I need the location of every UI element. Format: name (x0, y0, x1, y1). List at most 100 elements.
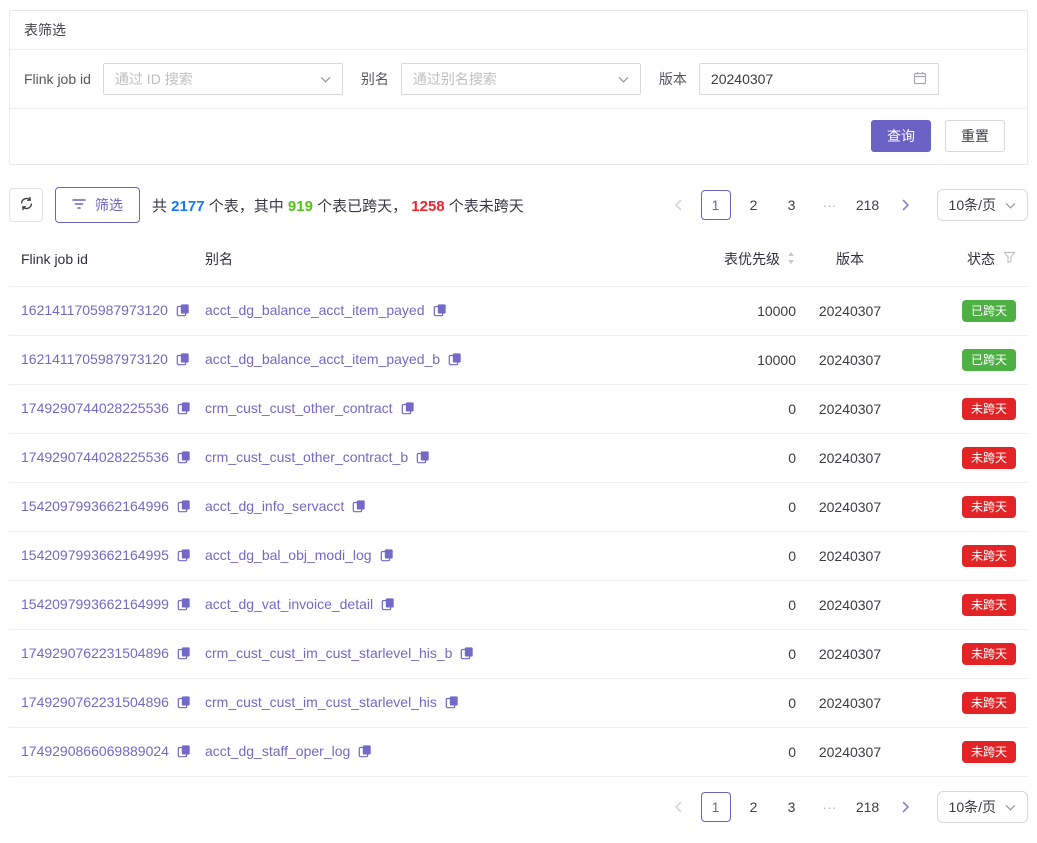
copy-icon[interactable] (460, 646, 474, 663)
flink-job-id-link[interactable]: 1749290762231504896 (21, 694, 169, 710)
flink-job-id-link[interactable]: 1542097993662164999 (21, 596, 169, 612)
alias-link[interactable]: acct_dg_vat_invoice_detail (205, 596, 373, 612)
pagination-bottom-wrap: 1 2 3 ··· 218 10条/页 (9, 791, 1028, 823)
version-cell: 20240307 (796, 728, 904, 777)
filter-button[interactable]: 筛选 (55, 187, 140, 223)
pagination-page-1[interactable]: 1 (701, 190, 731, 220)
crossed-count: 919 (288, 198, 313, 215)
alias-link[interactable]: crm_cust_cust_other_contract (205, 400, 393, 416)
status-badge: 未跨天 (962, 545, 1016, 567)
pagination-page-3[interactable]: 3 (777, 792, 807, 822)
priority-cell: 0 (666, 728, 796, 777)
flink-job-id-link[interactable]: 1542097993662164996 (21, 498, 169, 514)
pagination-page-218[interactable]: 218 (853, 792, 883, 822)
alias-select[interactable]: 通过别名搜索 (401, 63, 641, 95)
pagination-page-3[interactable]: 3 (777, 190, 807, 220)
flink-job-id-link[interactable]: 1749290866069889024 (21, 743, 169, 759)
copy-icon[interactable] (177, 695, 191, 712)
copy-icon[interactable] (177, 646, 191, 663)
flink-job-id-link[interactable]: 1749290762231504896 (21, 645, 169, 661)
uncrossed-count: 1258 (411, 198, 444, 215)
version-cell: 20240307 (796, 385, 904, 434)
table-row: 1749290744028225536 crm_cust_cust_other_… (9, 434, 1028, 483)
column-header-priority[interactable]: 表优先级 (666, 235, 796, 287)
copy-icon[interactable] (433, 303, 447, 320)
version-date-input[interactable]: 20240307 (699, 63, 939, 95)
priority-cell: 10000 (666, 336, 796, 385)
alias-link[interactable]: acct_dg_staff_oper_log (205, 743, 350, 759)
sorter-icon[interactable] (786, 251, 796, 268)
flink-job-id-link[interactable]: 1749290744028225536 (21, 400, 169, 416)
pagination-ellipsis[interactable]: ··· (815, 792, 845, 822)
pagination-ellipsis[interactable]: ··· (815, 190, 845, 220)
pagination-page-2[interactable]: 2 (739, 792, 769, 822)
copy-icon[interactable] (445, 695, 459, 712)
alias-link[interactable]: acct_dg_balance_acct_item_payed (205, 302, 425, 318)
refresh-button[interactable] (9, 188, 43, 222)
total-count: 2177 (171, 198, 204, 215)
copy-icon[interactable] (401, 401, 415, 418)
chevron-down-icon (1005, 197, 1016, 213)
alias-link[interactable]: acct_dg_bal_obj_modi_log (205, 547, 372, 563)
pagination-bottom: 1 2 3 ··· 218 10条/页 (663, 791, 1028, 823)
table-row: 1749290762231504896 crm_cust_cust_im_cus… (9, 630, 1028, 679)
pagination-page-2[interactable]: 2 (739, 190, 769, 220)
flink-job-id-label: Flink job id (24, 71, 91, 87)
copy-icon[interactable] (381, 597, 395, 614)
copy-icon[interactable] (177, 401, 191, 418)
priority-cell: 0 (666, 532, 796, 581)
copy-icon[interactable] (176, 352, 190, 369)
pagination-prev[interactable] (663, 190, 693, 220)
alias-link[interactable]: acct_dg_balance_acct_item_payed_b (205, 351, 440, 367)
version-cell: 20240307 (796, 581, 904, 630)
pagination-page-1[interactable]: 1 (701, 792, 731, 822)
flink-job-id-link[interactable]: 1621411705987973120 (21, 302, 168, 318)
alias-link[interactable]: crm_cust_cust_im_cust_starlevel_his_b (205, 645, 452, 661)
priority-cell: 0 (666, 679, 796, 728)
alias-label: 别名 (361, 69, 389, 89)
table-row: 1621411705987973120 acct_dg_balance_acct… (9, 336, 1028, 385)
pagination-next[interactable] (891, 792, 921, 822)
page-size-select[interactable]: 10条/页 (937, 791, 1028, 823)
copy-icon[interactable] (177, 499, 191, 516)
status-badge: 未跨天 (962, 692, 1016, 714)
copy-icon[interactable] (352, 499, 366, 516)
pagination-top: 1 2 3 ··· 218 10条/页 (663, 189, 1028, 221)
page-size-select[interactable]: 10条/页 (937, 189, 1028, 221)
flink-job-id-link[interactable]: 1621411705987973120 (21, 351, 168, 367)
flink-job-id-link[interactable]: 1542097993662164995 (21, 547, 169, 563)
flink-job-id-link[interactable]: 1749290744028225536 (21, 449, 169, 465)
pagination-prev[interactable] (663, 792, 693, 822)
copy-icon[interactable] (448, 352, 462, 369)
reset-button[interactable]: 重置 (945, 120, 1005, 152)
pagination-next[interactable] (891, 190, 921, 220)
copy-icon[interactable] (380, 548, 394, 565)
copy-icon[interactable] (177, 744, 191, 761)
copy-icon[interactable] (416, 450, 430, 467)
copy-icon[interactable] (358, 744, 372, 761)
copy-icon[interactable] (176, 303, 190, 320)
filter-card-footer: 查询 重置 (10, 109, 1027, 164)
flink-job-id-select[interactable]: 通过 ID 搜索 (103, 63, 343, 95)
version-cell: 20240307 (796, 336, 904, 385)
alias-link[interactable]: acct_dg_info_servacct (205, 498, 344, 514)
status-badge: 未跨天 (962, 741, 1016, 763)
filter-funnel-icon[interactable] (1003, 251, 1016, 267)
toolbar: 筛选 共 2177 个表，其中 919 个表已跨天， 1258 个表未跨天 1 … (9, 187, 1028, 223)
table-row: 1542097993662164996 acct_dg_info_servacc… (9, 483, 1028, 532)
version-cell: 20240307 (796, 630, 904, 679)
page: 表筛选 Flink job id 通过 ID 搜索 别名 通过别名搜索 (0, 0, 1037, 843)
column-header-status[interactable]: 状态 (904, 235, 1028, 287)
chevron-down-icon (1005, 799, 1016, 815)
copy-icon[interactable] (177, 548, 191, 565)
page-size-label: 10条/页 (949, 797, 996, 817)
alias-link[interactable]: crm_cust_cust_im_cust_starlevel_his (205, 694, 437, 710)
refresh-icon (19, 196, 34, 214)
copy-icon[interactable] (177, 450, 191, 467)
query-button[interactable]: 查询 (871, 120, 931, 152)
pagination-page-218[interactable]: 218 (853, 190, 883, 220)
copy-icon[interactable] (177, 597, 191, 614)
tables-table: Flink job id 别名 表优先级 版本 状态 (9, 235, 1028, 777)
alias-link[interactable]: crm_cust_cust_other_contract_b (205, 449, 408, 465)
column-header-alias: 别名 (205, 235, 666, 287)
